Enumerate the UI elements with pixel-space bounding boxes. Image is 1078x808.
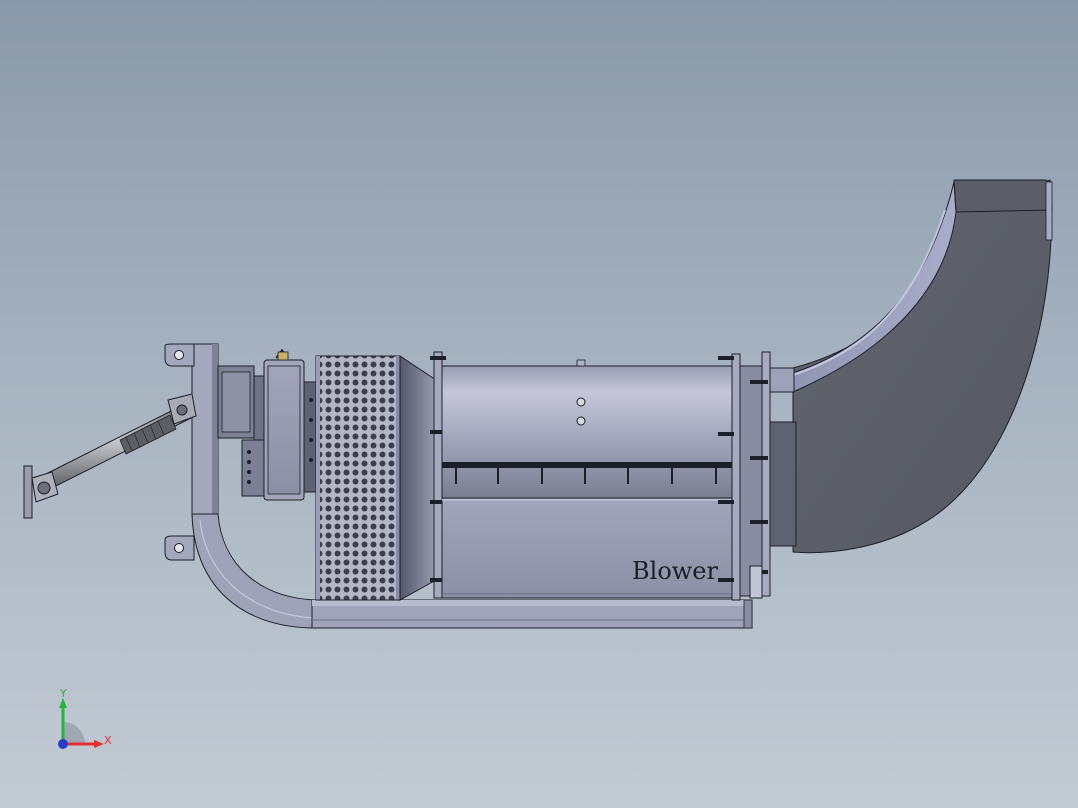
- intake-screen[interactable]: [315, 355, 401, 601]
- drive-shaft[interactable]: [23, 393, 197, 519]
- coordinate-triad: Y X: [58, 687, 112, 749]
- x-axis-label: X: [104, 734, 112, 747]
- gearbox-housing[interactable]: [217, 348, 319, 501]
- blower-label: Blower: [632, 557, 719, 585]
- cad-viewport[interactable]: Blower Y X: [0, 0, 1078, 808]
- discharge-duct[interactable]: [767, 179, 1053, 554]
- fan-housing[interactable]: [441, 351, 771, 601]
- y-axis-label: Y: [59, 687, 67, 700]
- inlet-cone[interactable]: [399, 351, 446, 601]
- blower-assembly-model[interactable]: Blower Y X: [0, 0, 1078, 808]
